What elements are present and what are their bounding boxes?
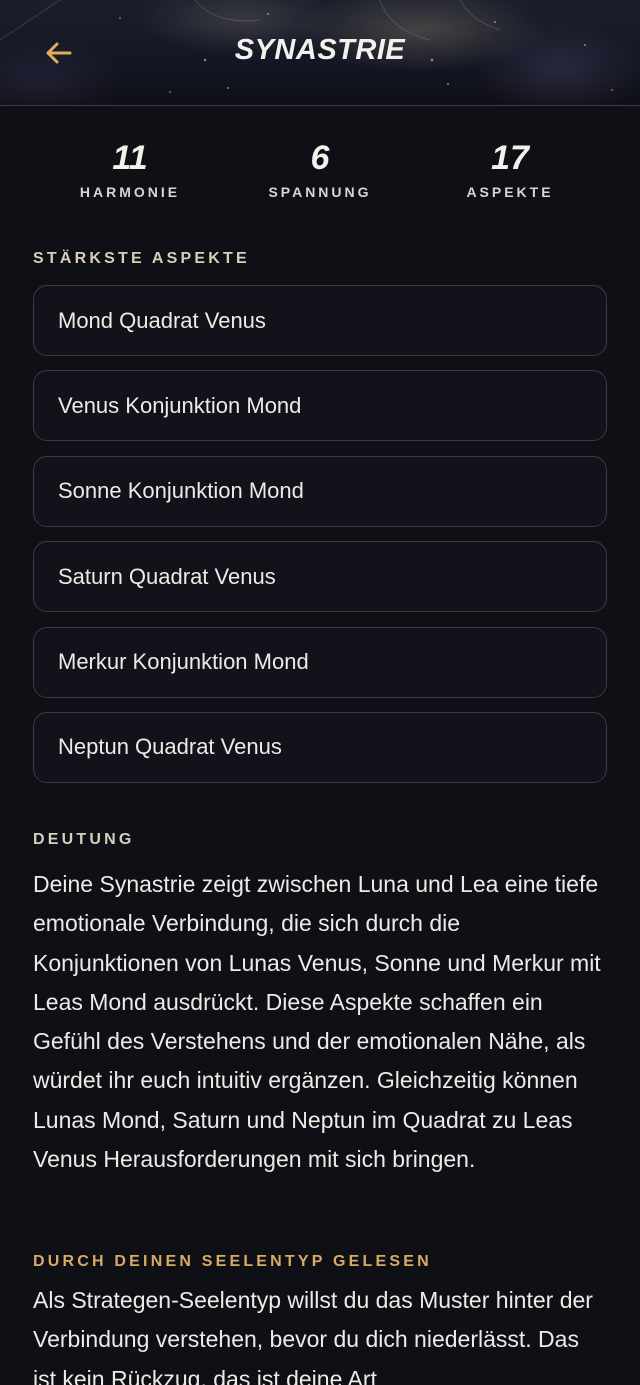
stat-spannung: 6 SPANNUNG — [220, 138, 420, 200]
stat-value: 6 — [310, 139, 330, 177]
seelentyp-text: Als Strategen-Seelentyp willst du das Mu… — [33, 1287, 593, 1385]
aspect-item[interactable]: Sonne Konjunktion Mond — [33, 455, 607, 527]
stat-value: 17 — [491, 139, 529, 177]
synastry-screen: SYNASTRIE 11 HARMONIE 6 SPANNUNG 17 ASPE… — [0, 0, 640, 1385]
stats-row: 11 HARMONIE 6 SPANNUNG 17 ASPEKTE — [0, 138, 640, 208]
stat-label: HARMONIE — [79, 184, 181, 200]
stat-value: 11 — [112, 139, 148, 177]
strongest-aspects-heading: STÄRKSTE ASPEKTE — [33, 250, 250, 267]
header: SYNASTRIE — [0, 0, 640, 106]
deutung-heading: DEUTUNG — [33, 831, 135, 848]
aspect-item[interactable]: Merkur Konjunktion Mond — [33, 626, 607, 698]
aspect-item[interactable]: Saturn Quadrat Venus — [33, 541, 607, 613]
seelentyp-heading: DURCH DEINEN SEELENTYP GELESEN — [33, 1253, 432, 1270]
page-title: SYNASTRIE — [234, 34, 406, 66]
stat-label: ASPEKTE — [466, 184, 554, 200]
aspect-item[interactable]: Mond Quadrat Venus — [33, 285, 607, 356]
stat-aspekte: 17 ASPEKTE — [410, 138, 610, 200]
stat-label: SPANNUNG — [268, 184, 372, 200]
aspect-item[interactable]: Neptun Quadrat Venus — [33, 711, 607, 783]
aspect-list: Mond Quadrat Venus Venus Konjunktion Mon… — [33, 285, 607, 797]
stat-harmonie: 11 HARMONIE — [30, 138, 230, 200]
deutung-text: Deine Synastrie zeigt zwischen Luna und … — [33, 871, 601, 1173]
aspect-item[interactable]: Venus Konjunktion Mond — [33, 370, 607, 442]
